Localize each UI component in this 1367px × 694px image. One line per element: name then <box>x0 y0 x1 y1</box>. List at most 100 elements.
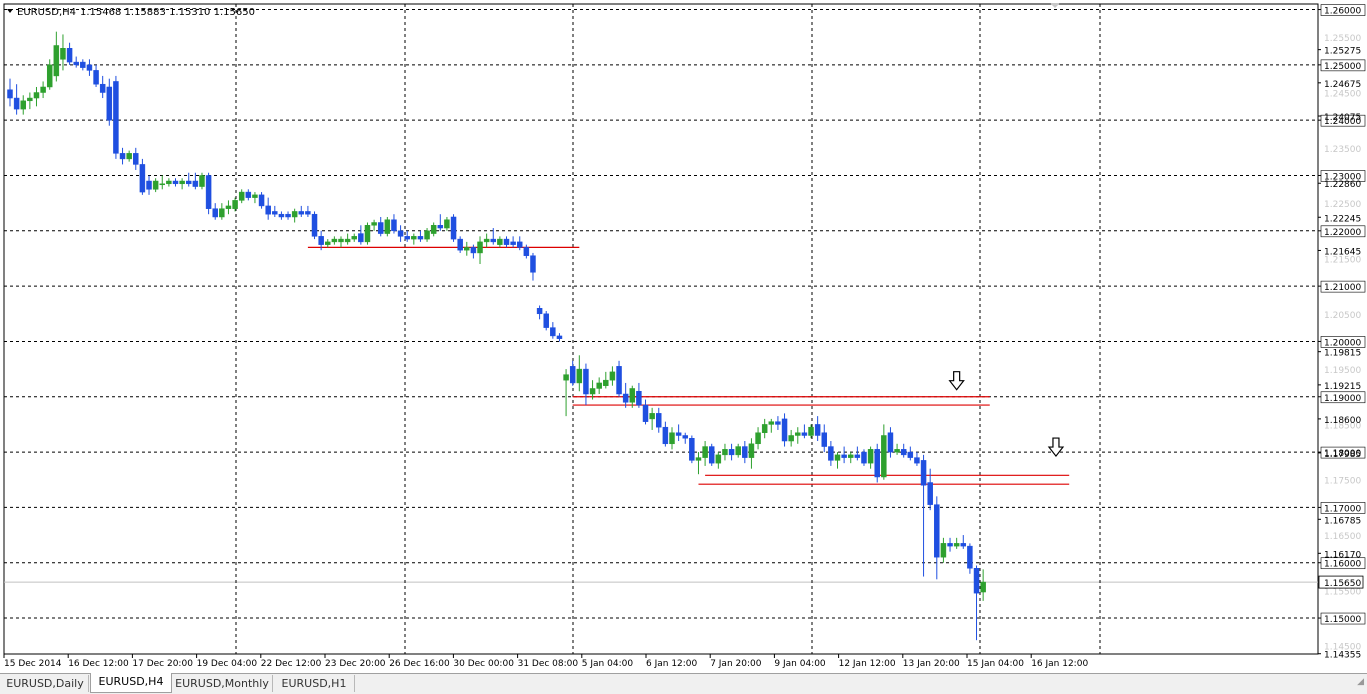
candle-body <box>331 238 338 243</box>
candle-body <box>106 86 113 121</box>
candle-body <box>27 97 33 102</box>
price-label-faint: 1.20500 <box>1324 311 1361 321</box>
candle-body <box>73 61 79 66</box>
candle-body <box>404 236 410 240</box>
candle-body <box>801 432 808 436</box>
candle-body <box>66 48 73 63</box>
candle-body <box>788 435 794 442</box>
candle-body <box>722 449 728 456</box>
price-chart[interactable]: 1.260001.250001.240001.230001.220001.210… <box>0 0 1367 672</box>
candle-body <box>60 48 66 60</box>
candle-body <box>821 432 828 447</box>
candle-body <box>185 180 192 185</box>
candle-body <box>735 446 741 456</box>
tab-eurusd-monthly[interactable]: EURUSD,Monthly <box>172 675 273 692</box>
candle-body <box>430 225 437 234</box>
candle-body <box>887 432 894 453</box>
candle-body <box>874 449 880 478</box>
candle-body <box>20 100 26 110</box>
candle-body <box>881 435 887 478</box>
candle-body <box>7 89 13 99</box>
price-label: 1.19815 <box>1324 349 1361 359</box>
candle-body <box>649 413 655 420</box>
candle-body <box>682 435 688 439</box>
candle-body <box>662 426 669 445</box>
time-label: 12 Jan 12:00 <box>839 659 896 669</box>
candle-body <box>139 164 146 193</box>
price-label: 1.16170 <box>1324 550 1361 560</box>
candle-body <box>245 191 252 198</box>
candle-body <box>503 238 510 245</box>
candle-body <box>768 421 775 425</box>
candle <box>543 311 549 331</box>
chart-background <box>0 0 1367 672</box>
time-label: 13 Jan 20:00 <box>903 659 960 669</box>
time-label: 26 Dec 16:00 <box>389 659 450 669</box>
price-label-faint: 1.24500 <box>1324 90 1361 100</box>
candle <box>616 360 622 397</box>
time-label: 16 Jan 12:00 <box>1031 659 1088 669</box>
time-label: 30 Dec 00:00 <box>453 659 514 669</box>
candle-body <box>179 180 185 185</box>
candle-body <box>808 426 814 436</box>
candle-body <box>86 64 93 71</box>
candle-body <box>841 454 847 458</box>
candle-body <box>530 255 536 273</box>
candle-body <box>847 454 854 458</box>
tab-eurusd-daily[interactable]: EURUSD,Daily <box>2 675 89 692</box>
candle-body <box>702 446 708 458</box>
candle <box>113 75 119 159</box>
candle-body <box>384 219 391 234</box>
candle-body <box>272 211 278 215</box>
time-label: 19 Dec 04:00 <box>197 659 258 669</box>
tab-eurusd-h4[interactable]: EURUSD,H4 <box>90 673 172 693</box>
candle-body <box>748 443 755 458</box>
chart-window[interactable]: 1.26000 1.25000 1.24000 1.23000 1.22000 1.210… <box>0 0 1367 672</box>
time-label: 31 Dec 08:00 <box>518 659 579 669</box>
price-label: 1.24075 <box>1324 113 1361 123</box>
candle-body <box>656 413 662 428</box>
candle-body <box>795 432 801 436</box>
candle-body <box>940 543 947 558</box>
candle-body <box>728 449 735 456</box>
candle-body <box>13 97 20 110</box>
time-label: 9 Jan 04:00 <box>774 659 826 669</box>
candle-body <box>133 153 139 165</box>
candle-body <box>113 81 119 154</box>
price-label: 1.17985 <box>1324 450 1361 460</box>
candle-body <box>834 454 841 461</box>
candle-body <box>205 175 212 209</box>
candle-body <box>172 180 179 185</box>
resize-grip-icon[interactable]: ◢ <box>1357 677 1364 687</box>
candle-body <box>311 213 318 237</box>
candle-body <box>755 432 761 445</box>
candle-body <box>490 238 497 243</box>
candle <box>205 172 212 215</box>
candle-body <box>669 432 675 445</box>
ohlc-values: 1.15468 1.15883 1.15310 1.15650 <box>80 7 255 18</box>
candle-body <box>543 313 549 328</box>
chart-header: EURUSD,H4 1.15468 1.15883 1.15310 1.1565… <box>7 7 255 18</box>
candle-body <box>483 238 490 243</box>
time-label: 15 Jan 04:00 <box>967 659 1024 669</box>
price-label-faint: 1.23500 <box>1324 145 1361 155</box>
candle-body <box>437 225 444 229</box>
candle-body <box>291 211 298 218</box>
time-label: 16 Dec 12:00 <box>68 659 129 669</box>
candle-body <box>225 205 232 209</box>
current-price-label: 1.15650 <box>1324 579 1361 589</box>
candle-body <box>973 568 980 594</box>
price-label: 1.24675 <box>1324 80 1361 90</box>
price-label: 1.22860 <box>1324 180 1361 190</box>
tab-eurusd-h1[interactable]: EURUSD,H1 <box>274 675 355 692</box>
candle <box>364 222 371 245</box>
candle-body <box>781 418 788 442</box>
candle-body <box>470 247 477 254</box>
candle-body <box>192 180 199 187</box>
candle-body <box>622 393 629 403</box>
candle-body <box>159 183 166 186</box>
price-label: 1.15000 <box>1324 615 1361 625</box>
candle-body <box>450 216 457 240</box>
candle-body <box>126 153 132 160</box>
price-label: 1.22245 <box>1324 214 1361 224</box>
